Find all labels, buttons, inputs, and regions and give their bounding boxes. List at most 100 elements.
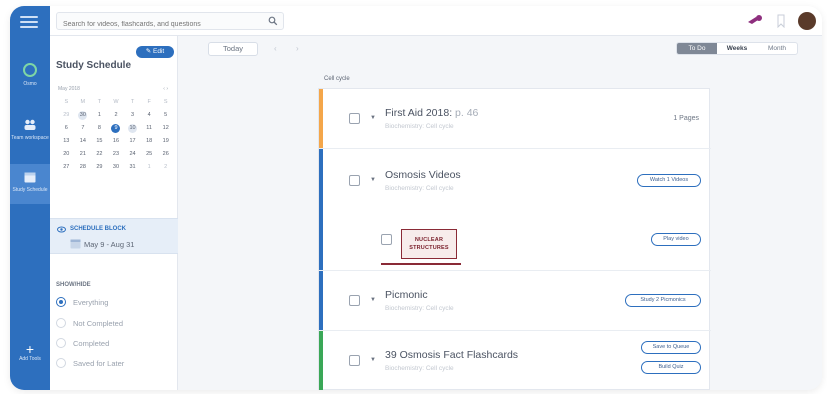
calendar-day[interactable]: 7: [75, 124, 92, 133]
rail-item-osmo[interactable]: Osmo: [10, 62, 50, 87]
bookmark-icon[interactable]: [776, 14, 786, 28]
calendar-day[interactable]: 28: [75, 163, 92, 172]
task-picmonic[interactable]: ▼ Picmonic Biochemistry: Cell cycle Stud…: [319, 271, 711, 331]
view-todo-tab[interactable]: To Do: [677, 43, 717, 54]
calendar-day[interactable]: 18: [141, 137, 158, 146]
task-osmosis-videos[interactable]: ▼ Osmosis Videos Biochemistry: Cell cycl…: [319, 149, 711, 211]
radio-icon[interactable]: [56, 338, 66, 348]
calendar-day[interactable]: 30: [78, 111, 88, 120]
search-icon[interactable]: [268, 16, 278, 26]
calendar-day[interactable]: 19: [157, 137, 174, 146]
calendar-day[interactable]: 20: [58, 150, 75, 159]
task-video-item[interactable]: NUCLEAR STRUCTURES Play video: [319, 211, 711, 271]
schedule-block-dates: May 9 - Aug 31: [84, 240, 135, 249]
calendar-day[interactable]: 10: [128, 124, 138, 133]
menu-icon[interactable]: [20, 16, 38, 30]
calendar-day[interactable]: 31: [124, 163, 141, 172]
task-page: p. 46: [455, 107, 479, 119]
filter-saved-for-later[interactable]: Saved for Later: [56, 357, 124, 369]
task-checkbox[interactable]: [349, 355, 360, 366]
calendar-day[interactable]: 29: [91, 163, 108, 172]
calendar-day[interactable]: 4: [141, 111, 158, 120]
study-picmonics-button[interactable]: Study 2 Picmonics: [625, 294, 701, 307]
save-to-queue-button[interactable]: Save to Queue: [641, 341, 701, 354]
calendar-day[interactable]: 21: [75, 150, 92, 159]
notification-icon[interactable]: [746, 14, 764, 28]
add-tools-button[interactable]: + Add Tools: [10, 342, 50, 362]
calendar-day[interactable]: 24: [124, 150, 141, 159]
calendar-day[interactable]: 1: [141, 163, 158, 172]
eye-icon[interactable]: [57, 226, 66, 233]
calendar-day[interactable]: 6: [58, 124, 75, 133]
calendar-grid: S M T W T F S 29 30 1 2 3 4 5 6 7 8 9 10…: [58, 98, 174, 172]
task-first-aid[interactable]: ▼ First Aid 2018: p. 46 Biochemistry: Ce…: [319, 89, 711, 149]
calendar-day[interactable]: 1: [91, 111, 108, 120]
panel-title: Study Schedule: [56, 60, 132, 71]
calendar-nav[interactable]: ‹ ›: [163, 86, 168, 92]
view-month-tab[interactable]: Month: [757, 43, 797, 54]
calendar-day[interactable]: 2: [108, 111, 125, 120]
avatar[interactable]: [798, 12, 816, 30]
schedule-block-label: SCHEDULE BLOCK: [70, 226, 127, 232]
today-button[interactable]: Today: [208, 42, 258, 56]
calendar-day[interactable]: 11: [141, 124, 158, 133]
calendar-day[interactable]: 25: [141, 150, 158, 159]
task-color-bar: [319, 211, 323, 270]
radio-icon[interactable]: [56, 318, 66, 328]
radio-icon[interactable]: [56, 358, 66, 368]
calendar-day-today[interactable]: 9: [111, 124, 121, 133]
rail-item-team-workspace[interactable]: Team workspace: [10, 118, 50, 141]
calendar-day[interactable]: 8: [91, 124, 108, 133]
calendar-day[interactable]: 27: [58, 163, 75, 172]
calendar-day[interactable]: 22: [91, 150, 108, 159]
task-title: First Aid 2018: p. 46: [385, 107, 479, 119]
next-arrow-icon[interactable]: ›: [296, 44, 299, 53]
play-video-button[interactable]: Play video: [651, 233, 701, 246]
mini-calendar: May 2018 ‹ › S M T W T F S 29 30 1 2 3 4…: [58, 86, 174, 172]
task-pages-count: 1 Pages: [673, 115, 699, 122]
app-window: Osmo Team workspace Study Schedule + Add…: [10, 6, 822, 390]
filter-label: Everything: [73, 297, 109, 307]
prev-arrow-icon[interactable]: ‹: [274, 44, 277, 53]
filter-completed[interactable]: Completed: [56, 337, 109, 349]
calendar-day[interactable]: 3: [124, 111, 141, 120]
calendar-day[interactable]: 30: [108, 163, 125, 172]
task-checkbox[interactable]: [349, 295, 360, 306]
calendar-day[interactable]: 17: [124, 137, 141, 146]
caret-down-icon[interactable]: ▼: [370, 297, 376, 303]
radio-icon[interactable]: [56, 297, 66, 307]
calendar-day[interactable]: 13: [58, 137, 75, 146]
weekday-label: W: [113, 99, 119, 105]
rail-item-study-schedule[interactable]: Study Schedule: [10, 164, 50, 204]
calendar-day[interactable]: 26: [157, 150, 174, 159]
calendar-day[interactable]: 29: [58, 111, 75, 120]
task-checkbox[interactable]: [349, 113, 360, 124]
watch-videos-button[interactable]: Watch 1 Videos: [637, 174, 701, 187]
calendar-day[interactable]: 15: [91, 137, 108, 146]
caret-down-icon[interactable]: ▼: [370, 177, 376, 183]
task-subtitle: Biochemistry: Cell cycle: [385, 365, 454, 372]
calendar-day[interactable]: 16: [108, 137, 125, 146]
task-color-bar: [319, 271, 323, 330]
top-bar: [50, 6, 822, 36]
task-checkbox[interactable]: [349, 175, 360, 186]
video-thumbnail[interactable]: NUCLEAR STRUCTURES: [401, 229, 457, 259]
calendar-day[interactable]: 23: [108, 150, 125, 159]
filter-everything[interactable]: Everything: [56, 296, 108, 308]
task-flashcards[interactable]: ▼ 39 Osmosis Fact Flashcards Biochemistr…: [319, 331, 711, 390]
schedule-block[interactable]: SCHEDULE BLOCK May 9 - Aug 31: [50, 218, 178, 254]
calendar-day[interactable]: 5: [157, 111, 174, 120]
plus-icon: +: [25, 341, 35, 357]
caret-down-icon[interactable]: ▼: [370, 357, 376, 363]
task-checkbox[interactable]: [381, 234, 392, 245]
build-quiz-button[interactable]: Build Quiz: [641, 361, 701, 374]
calendar-day[interactable]: 2: [157, 163, 174, 172]
calendar-day[interactable]: 12: [157, 124, 174, 133]
search-input[interactable]: [57, 16, 257, 33]
filter-not-completed[interactable]: Not Completed: [56, 317, 123, 329]
search-box: [56, 12, 284, 33]
calendar-day[interactable]: 14: [75, 137, 92, 146]
edit-button[interactable]: ✎ Edit: [136, 46, 174, 58]
caret-down-icon[interactable]: ▼: [370, 115, 376, 121]
view-weeks-tab[interactable]: Weeks: [717, 43, 757, 54]
